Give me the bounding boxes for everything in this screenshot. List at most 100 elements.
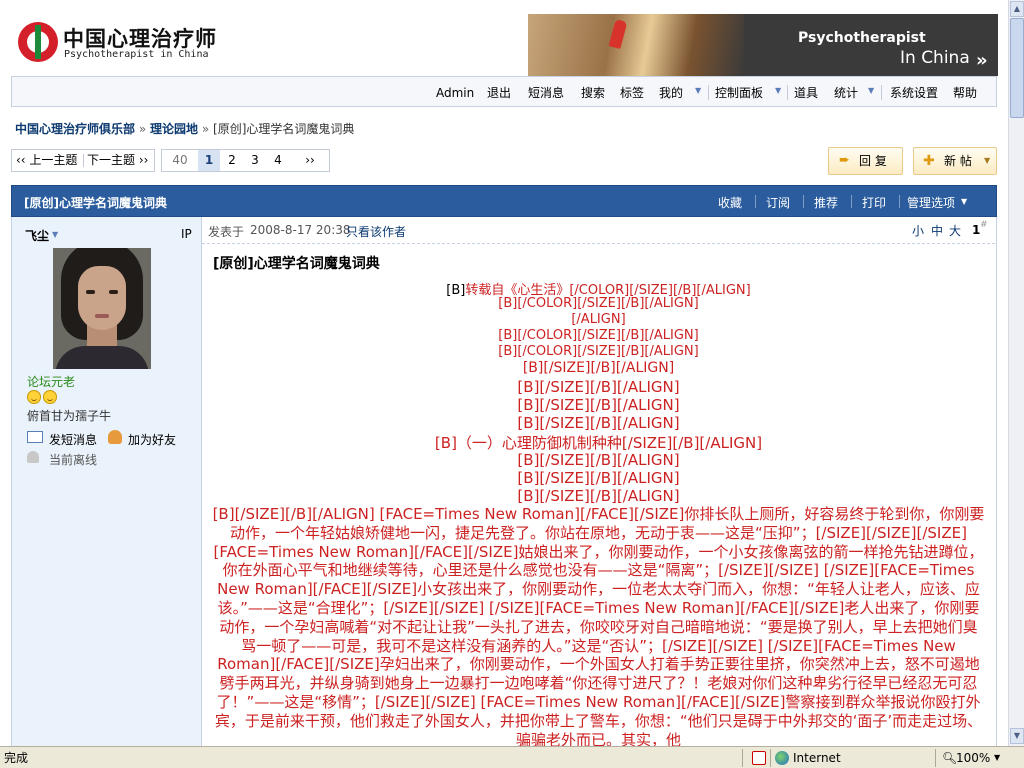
breadcrumb-home-link[interactable]: 中国心理治疗师俱乐部 <box>15 122 135 136</box>
smiley-icon <box>27 390 41 404</box>
user-menu-bar: Admin 退出 短消息 搜索 标签 我的 ▼ 控制面板 ▼ 道具 统计 ▼ 系… <box>11 76 997 107</box>
header-banner[interactable]: Psychotherapist In China » <box>528 14 998 76</box>
scroll-down-arrow-icon[interactable]: ▼ <box>1010 728 1024 744</box>
menu-props[interactable]: 道具 <box>794 85 818 101</box>
next-topic-link[interactable]: 下一主题 ›› <box>87 150 148 171</box>
header-separator <box>899 195 900 208</box>
smiley-icon <box>43 390 57 404</box>
scroll-up-arrow-icon[interactable]: ▲ <box>1010 1 1024 17</box>
breadcrumb-current: [原创]心理学名词魔鬼词典 <box>213 122 355 136</box>
font-size-small[interactable]: 小 <box>912 222 924 239</box>
status-separator <box>742 749 743 767</box>
favorite-link[interactable]: 收藏 <box>718 194 742 211</box>
only-author-link[interactable]: 只看该作者 <box>346 223 406 240</box>
new-post-button[interactable]: ✚ 新 帖 ▼ <box>913 147 997 175</box>
author-avatar[interactable] <box>53 248 151 369</box>
reply-button[interactable]: ➨ 回 复 <box>828 147 903 175</box>
avatar-shirt <box>55 346 149 369</box>
vertical-scrollbar[interactable]: ▲ ▼ <box>1008 0 1024 746</box>
rank-stars <box>27 390 59 407</box>
topic-navigation: ‹‹ 上一主题 下一主题 ›› <box>11 149 155 172</box>
menu-help[interactable]: 帮助 <box>953 85 977 101</box>
menu-my-dropdown-icon[interactable]: ▼ <box>695 86 701 95</box>
thread-title: [原创]心理学名词魔鬼词典 <box>24 196 167 210</box>
content-line: [B][/COLOR][/SIZE][/B][/ALIGN] <box>498 296 699 311</box>
add-friend-icon[interactable] <box>108 430 122 444</box>
header-separator <box>851 195 852 208</box>
logo-subtitle: Psychotherapist in China <box>64 49 209 60</box>
browser-status-bar: 完成 Internet 🔍︎ 100% ▼ <box>0 746 1024 768</box>
online-status: 当前离线 <box>49 453 98 467</box>
send-message-link[interactable]: 发短消息 <box>49 431 97 448</box>
header-separator <box>803 195 804 208</box>
menu-control-panel-dropdown-icon[interactable]: ▼ <box>775 86 781 95</box>
content-line: [B][/SIZE][/B][/ALIGN] <box>517 378 680 396</box>
double-chevron-right-icon: » <box>976 50 988 71</box>
content-line: [B][/SIZE][/B][/ALIGN] <box>517 469 680 487</box>
zoom-level[interactable]: 100% <box>956 749 990 767</box>
breadcrumb-separator: » <box>201 122 210 136</box>
menu-separator <box>881 85 882 100</box>
menu-my[interactable]: 我的 <box>659 85 683 101</box>
avatar-mouth <box>95 314 109 318</box>
browser-window: 中国心理治疗师 Psychotherapist in China Psychot… <box>0 0 1024 768</box>
banner-image <box>528 14 744 76</box>
pagination-page-1[interactable]: 1 <box>198 150 220 171</box>
menu-stats-dropdown-icon[interactable]: ▼ <box>868 86 874 95</box>
zoom-dropdown-icon[interactable]: ▼ <box>994 749 1000 767</box>
menu-messages[interactable]: 短消息 <box>528 85 564 101</box>
content-line: [B][/SIZE][/B][/ALIGN] <box>517 414 680 432</box>
add-friend-link[interactable]: 加为好友 <box>128 431 176 448</box>
font-size-medium[interactable]: 中 <box>931 222 943 239</box>
content-line: [/ALIGN] <box>571 312 626 327</box>
subscribe-link[interactable]: 订阅 <box>766 194 790 211</box>
menu-separator <box>708 85 709 100</box>
menu-tags[interactable]: 标签 <box>620 85 644 101</box>
author-signature: 俯首甘为孺子牛 <box>27 409 112 423</box>
menu-stats[interactable]: 统计 <box>834 85 858 101</box>
status-text: 完成 <box>4 751 29 765</box>
banner-subtitle: In China <box>900 48 970 68</box>
breadcrumb-forum-link[interactable]: 理论园地 <box>150 122 198 136</box>
author-dropdown-icon[interactable]: ▼ <box>52 230 58 239</box>
envelope-icon[interactable] <box>27 431 43 443</box>
internet-zone-globe-icon <box>775 751 789 765</box>
breadcrumb-separator: » <box>138 122 147 136</box>
pagination: 40 1 2 3 4 ›› <box>161 149 330 172</box>
plus-icon: ✚ <box>923 153 935 169</box>
avatar-eye <box>109 290 118 294</box>
manage-options-dropdown-icon[interactable]: ▼ <box>961 197 967 206</box>
avatar-eye <box>86 290 95 294</box>
pagination-page-4[interactable]: 4 <box>268 150 288 171</box>
prev-topic-link[interactable]: ‹‹ 上一主题 <box>16 150 77 171</box>
scrollbar-thumb[interactable] <box>1010 18 1024 118</box>
post-heading: [原创]心理学名词魔鬼词典 <box>213 256 380 272</box>
blocked-content-icon[interactable] <box>752 751 766 765</box>
reply-button-label: 回 复 <box>859 154 887 168</box>
magnifier-icon[interactable]: 🔍︎ <box>942 749 957 767</box>
breadcrumb: 中国心理治疗师俱乐部 » 理论园地 » [原创]心理学名词魔鬼词典 <box>15 120 354 137</box>
recommend-link[interactable]: 推荐 <box>814 194 838 211</box>
pagination-page-3[interactable]: 3 <box>245 150 265 171</box>
pagination-next-button[interactable]: ›› <box>298 150 322 171</box>
floor-mark: # <box>980 220 988 230</box>
manage-options-link[interactable]: 管理选项 <box>907 194 955 211</box>
menu-admin[interactable]: Admin <box>436 85 474 101</box>
menu-control-panel[interactable]: 控制面板 <box>715 85 763 101</box>
font-size-large[interactable]: 大 <box>949 222 961 239</box>
menu-search[interactable]: 搜索 <box>581 85 605 101</box>
menu-system-settings[interactable]: 系统设置 <box>890 85 938 101</box>
posted-at: 2008-8-17 20:38 <box>250 223 351 237</box>
menu-logout[interactable]: 退出 <box>487 85 511 101</box>
print-link[interactable]: 打印 <box>862 194 886 211</box>
content-line: [B][/SIZE][/B][/ALIGN] <box>517 451 680 469</box>
page-viewport: 中国心理治疗师 Psychotherapist in China Psychot… <box>0 0 1008 746</box>
author-name[interactable]: 飞尘 <box>25 227 49 244</box>
avatar-face <box>78 266 126 330</box>
pagination-page-2[interactable]: 2 <box>222 150 242 171</box>
menu-separator <box>787 85 788 100</box>
author-ip-link[interactable]: IP <box>181 227 192 241</box>
new-post-button-label: 新 帖 <box>944 154 972 168</box>
topic-nav-separator <box>83 154 84 167</box>
site-logo[interactable]: 中国心理治疗师 Psychotherapist in China <box>18 18 218 66</box>
